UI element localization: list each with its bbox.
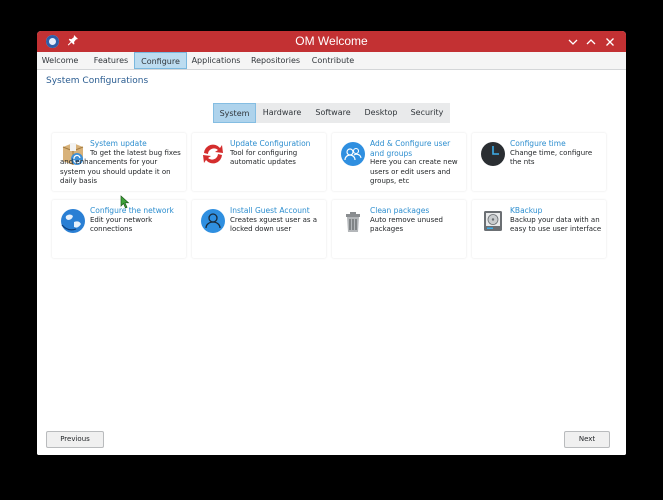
- next-button[interactable]: Next: [564, 431, 610, 448]
- subtab-security[interactable]: Security: [406, 103, 448, 123]
- previous-button[interactable]: Previous: [46, 431, 104, 448]
- subtab-desktop[interactable]: Desktop: [359, 103, 403, 123]
- tab-features[interactable]: Features: [91, 52, 131, 69]
- card-title: Configure time: [510, 139, 566, 148]
- tab-welcome[interactable]: Welcome: [41, 52, 79, 69]
- trash-icon: [340, 208, 366, 234]
- subtab-system[interactable]: System: [213, 103, 256, 123]
- card-description: Edit your network connections: [90, 215, 153, 234]
- card-description: Here you can create new users or edit us…: [370, 158, 458, 185]
- configure-page: System Configurations System Hardware So…: [37, 70, 626, 455]
- subtab-hardware[interactable]: Hardware: [259, 103, 305, 123]
- mouse-cursor-icon: [120, 195, 130, 211]
- card-clean-packages[interactable]: Clean packages Auto remove unused packag…: [332, 200, 466, 258]
- card-system-update[interactable]: System update To get the latest bug fixe…: [52, 133, 186, 191]
- subtab-software[interactable]: Software: [310, 103, 356, 123]
- update-config-icon: [200, 141, 226, 167]
- titlebar: OM Welcome: [37, 31, 626, 52]
- users-icon: [340, 141, 366, 167]
- card-title: System update: [90, 139, 147, 148]
- main-tabs: Welcome Features Configure Applications …: [37, 52, 626, 70]
- page-title: System Configurations: [46, 76, 149, 86]
- card-title: Clean packages: [370, 206, 430, 215]
- close-button[interactable]: [603, 35, 617, 49]
- category-tabs: System Hardware Software Desktop Securit…: [213, 103, 450, 123]
- card-description: Backup your data with an easy to use use…: [510, 215, 602, 234]
- card-title: KBackup: [510, 206, 543, 215]
- tab-repositories[interactable]: Repositories: [250, 52, 301, 69]
- card-description: Creates xguest user as a locked down use…: [230, 215, 318, 234]
- tab-applications[interactable]: Applications: [190, 52, 242, 69]
- card-update-configuration[interactable]: Update Configuration Tool for configurin…: [192, 133, 326, 191]
- clock-icon: [480, 141, 506, 167]
- window-title: OM Welcome: [295, 34, 368, 48]
- card-users-groups[interactable]: Add & Configure user and groups Here you…: [332, 133, 466, 191]
- card-configure-time[interactable]: Configure time Change time, configure th…: [472, 133, 606, 191]
- card-title: Update Configuration: [230, 139, 311, 148]
- card-title: Configure the network: [90, 206, 174, 215]
- card-description: Tool for configuring automatic updates: [230, 148, 298, 167]
- card-description: Change time, configure the nts: [510, 148, 593, 167]
- guest-user-icon: [200, 208, 226, 234]
- om-welcome-window: OM Welcome Welcome Features Configure Ap…: [37, 31, 626, 455]
- card-title: Add & Configure user and groups: [370, 139, 451, 158]
- backup-drive-icon: [480, 208, 506, 234]
- card-configure-network[interactable]: Configure the network Edit your network …: [52, 200, 186, 258]
- card-description: To get the latest bug fixes and enhancem…: [60, 148, 181, 186]
- network-globe-icon: [60, 208, 86, 234]
- maximize-button[interactable]: [584, 35, 598, 49]
- minimize-button[interactable]: [566, 35, 580, 49]
- card-description: Auto remove unused packages: [370, 215, 443, 234]
- card-kbackup[interactable]: KBackup Backup your data with an easy to…: [472, 200, 606, 258]
- card-title: Install Guest Account: [230, 206, 310, 215]
- tab-configure[interactable]: Configure: [134, 52, 187, 69]
- card-guest-account[interactable]: Install Guest Account Creates xguest use…: [192, 200, 326, 258]
- tab-contribute[interactable]: Contribute: [310, 52, 356, 69]
